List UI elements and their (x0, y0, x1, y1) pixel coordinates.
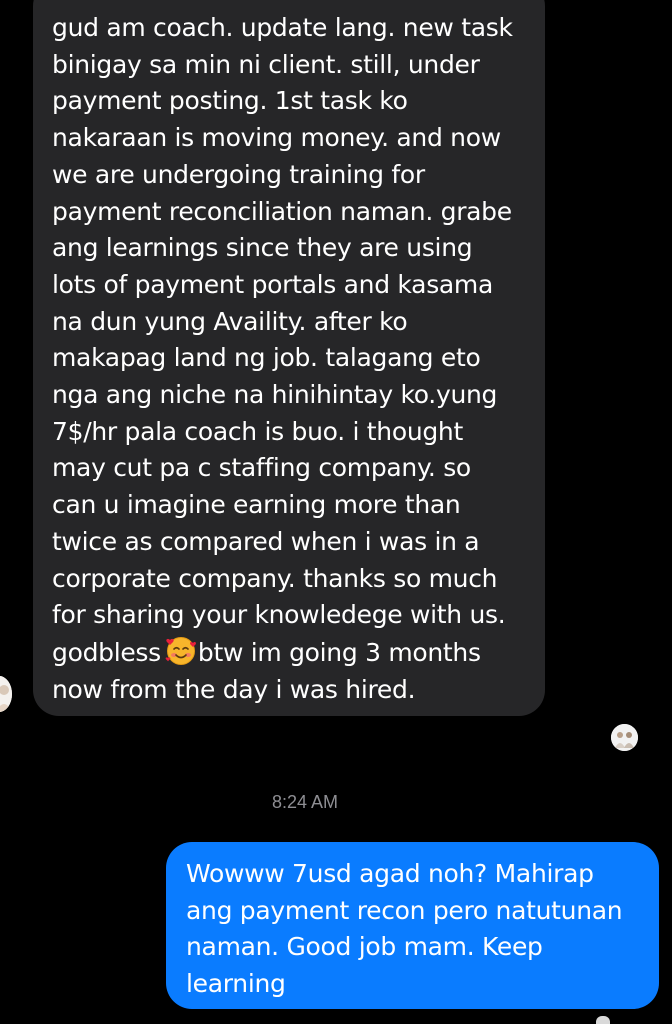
incoming-message-text: gud am coach. update lang. new task bini… (52, 10, 531, 708)
incoming-message-text-part-1: gud am coach. update lang. new task bini… (52, 13, 513, 667)
smiling-face-with-hearts-icon (165, 636, 196, 665)
sender-avatar[interactable] (0, 676, 12, 712)
outgoing-message-bubble[interactable]: Wowww 7usd agad noh? Mahirap ang payment… (166, 842, 659, 1009)
people-avatar-icon (611, 724, 638, 751)
partial-avatar-edge (596, 1016, 610, 1024)
outgoing-message-text: Wowww 7usd agad noh? Mahirap ang payment… (186, 859, 623, 999)
read-receipt-avatar (611, 724, 638, 751)
person-avatar-icon (0, 676, 12, 712)
incoming-message-bubble[interactable]: gud am coach. update lang. new task bini… (33, 0, 545, 716)
message-timestamp: 8:24 AM (271, 792, 339, 812)
